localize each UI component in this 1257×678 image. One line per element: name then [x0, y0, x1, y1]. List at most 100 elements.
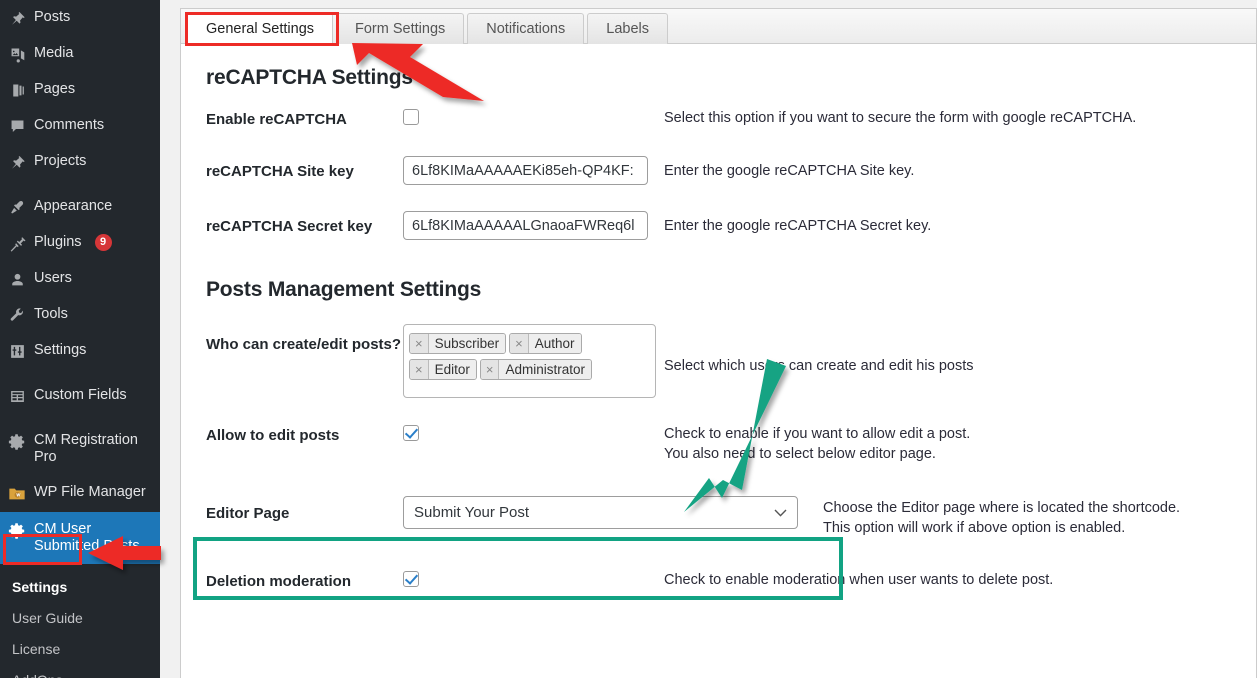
role-chip[interactable]: × Editor — [409, 359, 477, 380]
recaptcha-secret-key-control — [403, 211, 658, 240]
sidebar-item-projects[interactable]: Projects — [0, 144, 160, 180]
who-can-create-posts-description: Select which users can create and edit h… — [664, 358, 974, 374]
sidebar-item-label: CM Registration Pro — [34, 432, 138, 465]
sidebar-item-users[interactable]: Users — [0, 261, 160, 297]
role-chip[interactable]: × Author — [509, 333, 582, 354]
sidebar-separator — [0, 180, 160, 189]
sidebar-item-label: Custom Fields — [34, 387, 127, 403]
admin-sidebar: Posts Media Pages Comments Projects Appearanc… — [0, 0, 160, 678]
wordpress-admin-screen: Posts Media Pages Comments Projects Appearanc… — [0, 0, 1257, 678]
sidebar-item-label: Media — [34, 45, 74, 61]
deletion-moderation-label: Deletion moderation — [206, 573, 352, 590]
plugins-update-badge: 9 — [94, 234, 112, 251]
allow-to-edit-posts-checkbox[interactable] — [403, 424, 419, 441]
sidebar-item-label: Posts — [34, 9, 71, 25]
role-chip-label: Administrator — [499, 360, 591, 379]
sliders-icon — [0, 342, 34, 360]
role-chip[interactable]: × Subscriber — [409, 333, 507, 354]
editor-page-description: Choose the Editor page where is located … — [823, 500, 1181, 536]
sidebar-item-label: Tools — [34, 306, 68, 322]
role-chip[interactable]: × Administrator — [479, 359, 592, 380]
sidebar-item-cm-user-submitted-posts[interactable]: CM User Submitted Posts — [0, 512, 160, 564]
row-allow-to-edit-posts: Allow to edit posts Check to enable if y… — [181, 424, 1256, 464]
sidebar-item-label: Users — [34, 270, 72, 286]
sidebar-item-plugins[interactable]: Plugins 9 — [0, 225, 160, 261]
settings-tab-strip: General Settings Form Settings Notificatio… — [181, 9, 1256, 46]
recaptcha-site-key-description: Enter the google reCAPTCHA Site key. — [664, 163, 915, 179]
enable-recaptcha-checkbox[interactable] — [403, 108, 419, 125]
tab-general-settings[interactable]: General Settings — [187, 13, 334, 44]
sidebar-item-label: Settings — [34, 342, 87, 358]
sidebar-submenu-user-guide[interactable]: User Guide — [0, 603, 160, 634]
sidebar-separator — [0, 369, 160, 378]
row-editor-page: Editor Page Submit Your Post Choose the … — [181, 496, 1256, 538]
sidebar-item-cm-registration-pro[interactable]: CM Registration Pro — [0, 423, 160, 475]
sidebar-submenu-addons[interactable]: AddOns — [0, 665, 160, 678]
media-icon — [0, 45, 34, 63]
allow-to-edit-posts-label: Allow to edit posts — [206, 427, 340, 444]
recaptcha-secret-key-label: reCAPTCHA Secret key — [206, 218, 373, 235]
sidebar-item-label: Projects — [34, 153, 87, 169]
deletion-moderation-checkbox[interactable] — [403, 570, 419, 587]
sidebar-item-comments[interactable]: Comments — [0, 108, 160, 144]
deletion-moderation-control — [403, 570, 658, 588]
editor-page-control: Submit Your Post — [403, 496, 823, 529]
sidebar-item-wp-file-manager[interactable]: WP File Manager — [0, 475, 160, 512]
enable-recaptcha-description: Select this option if you want to secure… — [664, 110, 1137, 126]
row-who-can-create-posts: Who can create/edit posts? × Subscriber × A… — [181, 324, 1256, 398]
tab-labels[interactable]: Labels — [587, 13, 668, 44]
sidebar-item-tools[interactable]: Tools — [0, 297, 160, 333]
tab-form-settings[interactable]: Form Settings — [336, 13, 465, 44]
allow-to-edit-posts-description: Check to enable if you want to allow edi… — [664, 426, 971, 462]
recaptcha-site-key-control — [403, 156, 658, 185]
settings-panel: General Settings Form Settings Notificatio… — [180, 8, 1257, 678]
sidebar-item-label: Appearance — [34, 198, 113, 214]
sidebar-item-posts[interactable]: Posts — [0, 0, 160, 36]
close-icon[interactable]: × — [410, 360, 429, 379]
sidebar-item-custom-fields[interactable]: Custom Fields — [0, 378, 160, 414]
tab-notifications[interactable]: Notifications — [467, 13, 585, 44]
pages-icon — [0, 81, 34, 99]
sidebar-item-media[interactable]: Media — [0, 36, 160, 72]
row-enable-recaptcha: Enable reCAPTCHA Select this option if y… — [181, 108, 1256, 130]
sidebar-item-pages[interactable]: Pages — [0, 72, 160, 108]
recaptcha-section-title: reCAPTCHA Settings — [206, 66, 413, 89]
sidebar-item-settings[interactable]: Settings — [0, 333, 160, 369]
paintbrush-icon — [0, 198, 34, 216]
sidebar-item-label: Comments — [34, 117, 105, 133]
user-icon — [0, 270, 34, 288]
settings-form: reCAPTCHA Settings Enable reCAPTCHA Sele… — [181, 44, 1256, 592]
row-recaptcha-site-key: reCAPTCHA Site key Enter the google reCA… — [181, 156, 1256, 185]
recaptcha-secret-key-input[interactable] — [403, 211, 648, 240]
sidebar-separator — [0, 414, 160, 423]
pin-icon — [0, 153, 34, 171]
plug-icon — [0, 234, 34, 252]
roles-multiselect[interactable]: × Subscriber × Author × Editor × Administrator — [403, 324, 656, 398]
who-can-create-posts-label: Who can create/edit posts? — [206, 336, 402, 353]
chevron-down-icon — [774, 507, 787, 519]
sidebar-item-label: Pages — [34, 81, 76, 97]
main-content-area: General Settings Form Settings Notificatio… — [160, 0, 1257, 678]
role-chip-label: Subscriber — [428, 334, 506, 353]
editor-page-select[interactable]: Submit Your Post — [403, 496, 798, 529]
close-icon[interactable]: × — [410, 334, 429, 353]
sidebar-submenu-license[interactable]: License — [0, 634, 160, 665]
sidebar-item-label: CM User Submitted Posts — [34, 521, 140, 554]
comment-icon — [0, 117, 34, 135]
row-recaptcha-secret-key: reCAPTCHA Secret key Enter the google re… — [181, 211, 1256, 240]
deletion-moderation-description: Check to enable moderation when user wan… — [664, 572, 1054, 588]
sidebar-item-label: Plugins — [34, 234, 82, 250]
role-chip-label: Author — [528, 334, 581, 353]
gear-icon — [0, 521, 34, 540]
sidebar-submenu-settings[interactable]: Settings — [0, 572, 160, 603]
editor-page-selected-value: Submit Your Post — [414, 504, 530, 521]
table-icon — [0, 387, 34, 405]
posts-management-section-title: Posts Management Settings — [206, 278, 482, 301]
recaptcha-site-key-input[interactable] — [403, 156, 648, 185]
wrench-icon — [0, 306, 34, 324]
close-icon[interactable]: × — [480, 360, 500, 379]
allow-to-edit-posts-control — [403, 424, 658, 442]
sidebar-item-appearance[interactable]: Appearance — [0, 189, 160, 225]
close-icon[interactable]: × — [510, 334, 529, 353]
row-deletion-moderation: Deletion moderation Check to enable mode… — [181, 570, 1256, 592]
